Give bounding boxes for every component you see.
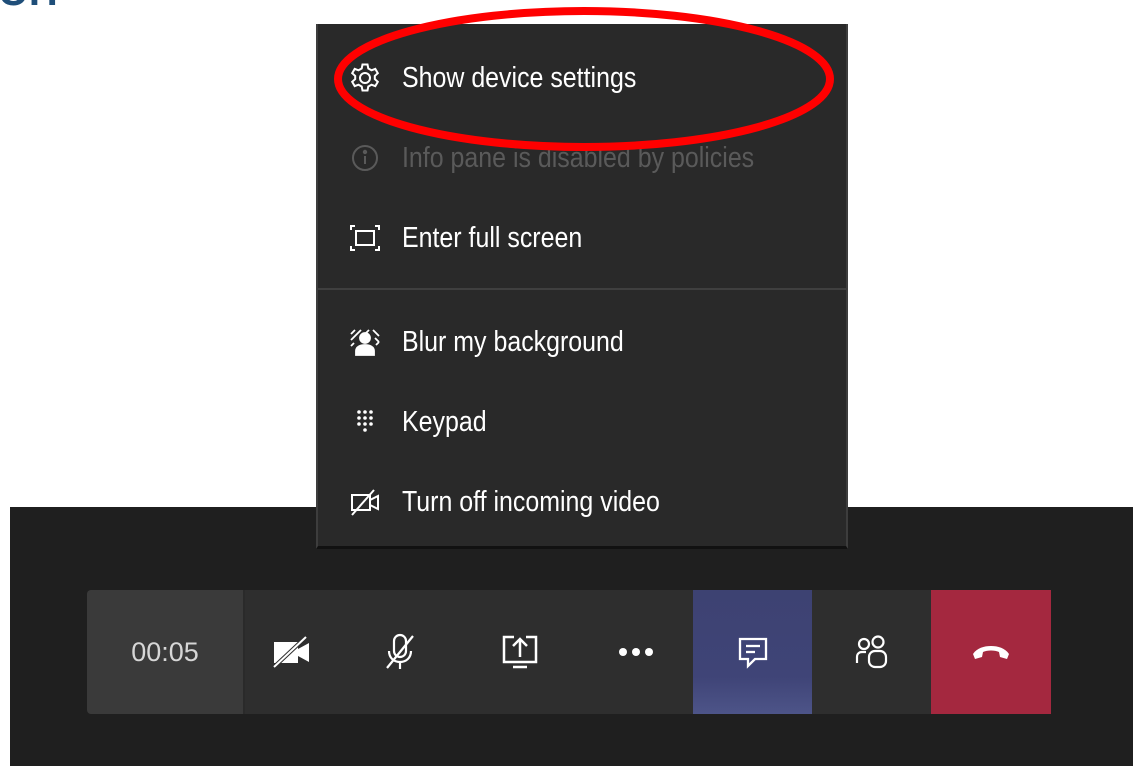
participants-button[interactable] <box>812 590 931 714</box>
participants-icon <box>855 635 887 669</box>
more-options-button[interactable] <box>578 590 693 714</box>
menu-item-label: Turn off incoming video <box>402 485 660 518</box>
more-options-icon <box>618 648 653 656</box>
chat-button[interactable] <box>693 590 812 714</box>
call-duration: 00:05 <box>87 590 245 714</box>
chat-icon <box>738 637 767 669</box>
share-screen-icon <box>502 635 537 669</box>
hang-up-icon <box>973 646 1009 659</box>
microphone-toggle-button[interactable] <box>338 590 461 714</box>
call-controls-toolbar: 00:05 <box>87 590 1083 714</box>
corner-logo-fragment: CH <box>0 0 58 10</box>
camera-toggle-button[interactable] <box>245 590 338 714</box>
more-actions-menu: Show device settings Info pane is disabl… <box>316 24 848 549</box>
menu-item-blur-background[interactable]: Blur my background <box>318 312 846 372</box>
gear-icon <box>348 61 382 95</box>
menu-item-label: Info pane is disabled by policies <box>402 141 755 174</box>
share-screen-button[interactable] <box>461 590 578 714</box>
info-icon <box>348 141 382 175</box>
menu-divider <box>318 288 846 290</box>
menu-item-keypad[interactable]: Keypad <box>318 392 846 452</box>
menu-item-label: Keypad <box>402 405 487 438</box>
call-duration-text: 00:05 <box>131 636 199 667</box>
menu-item-enter-full-screen[interactable]: Enter full screen <box>318 208 846 268</box>
incoming-video-off-icon <box>348 485 382 519</box>
blur-background-icon <box>348 325 382 359</box>
menu-item-info-pane: Info pane is disabled by policies <box>318 128 846 188</box>
menu-item-turn-off-incoming-video[interactable]: Turn off incoming video <box>318 472 846 532</box>
fullscreen-icon <box>348 221 382 255</box>
mic-off-icon <box>385 633 414 669</box>
keypad-icon <box>348 405 382 439</box>
menu-item-show-device-settings[interactable]: Show device settings <box>318 48 846 108</box>
menu-item-label: Enter full screen <box>402 221 583 254</box>
menu-item-label: Show device settings <box>402 61 637 94</box>
camera-off-icon <box>272 635 309 669</box>
menu-item-label: Blur my background <box>402 325 624 358</box>
hang-up-button[interactable] <box>931 590 1051 714</box>
